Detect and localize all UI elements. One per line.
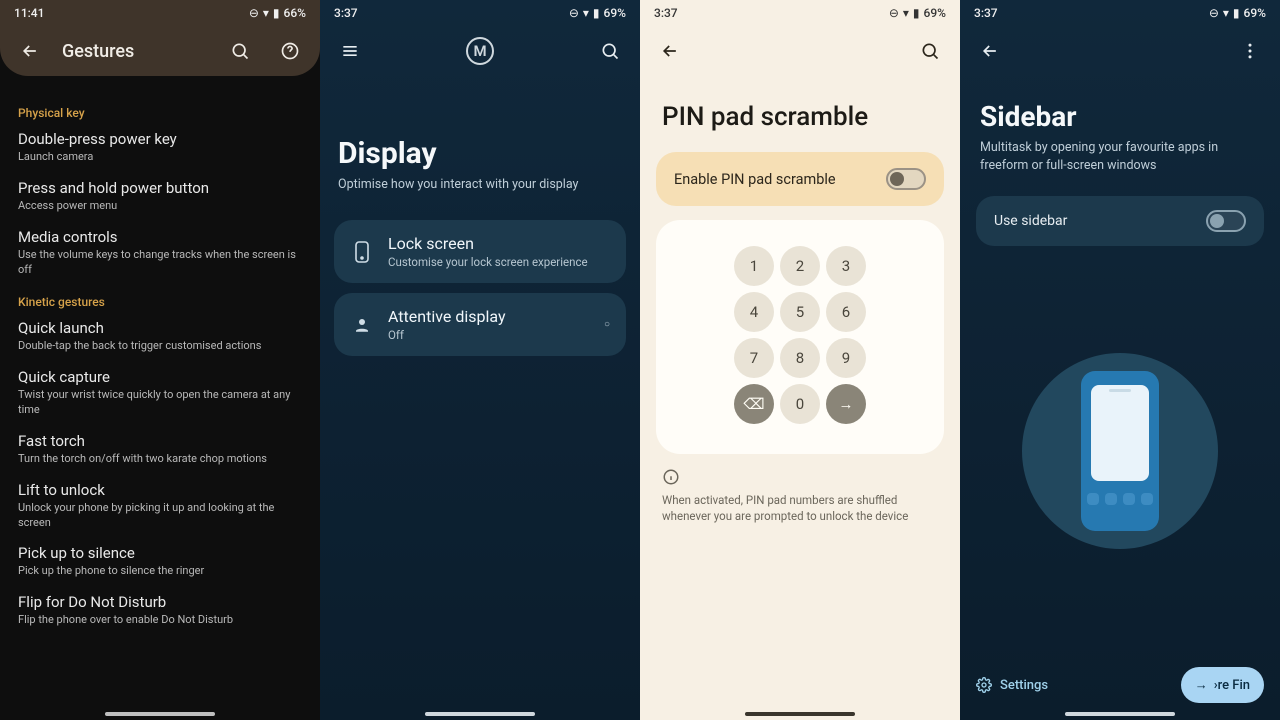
key-2: 2 bbox=[780, 246, 820, 286]
setting-quick-launch[interactable]: Quick launch Double-tap the back to trig… bbox=[18, 319, 302, 354]
use-sidebar-toggle[interactable]: Use sidebar bbox=[976, 196, 1264, 246]
search-button[interactable] bbox=[592, 33, 628, 69]
motorola-logo: M bbox=[466, 37, 494, 65]
key-backspace: ⌫ bbox=[734, 384, 774, 424]
more-button[interactable] bbox=[1232, 33, 1268, 69]
status-time: 11:41 bbox=[14, 6, 249, 20]
settings-link[interactable]: Settings bbox=[976, 677, 1048, 693]
page-subtitle: Optimise how you interact with your disp… bbox=[338, 177, 622, 192]
battery-pct: 69% bbox=[924, 6, 946, 20]
menu-button[interactable] bbox=[332, 33, 368, 69]
arrow-right-icon: → bbox=[1195, 677, 1208, 693]
dnd-icon: ⊖ bbox=[249, 6, 259, 20]
key-1: 1 bbox=[734, 246, 774, 286]
phone-illustration bbox=[1081, 371, 1159, 531]
appbar bbox=[640, 26, 960, 76]
finish-button[interactable]: → ›re Fin bbox=[1181, 667, 1264, 703]
setting-pick-up-silence[interactable]: Pick up to silence Pick up the phone to … bbox=[18, 544, 302, 579]
battery-pct: 69% bbox=[604, 6, 626, 20]
status-time: 3:37 bbox=[334, 6, 569, 20]
wifi-icon: ▾ bbox=[903, 6, 909, 20]
row-lock-screen[interactable]: Lock screen Customise your lock screen e… bbox=[334, 220, 626, 283]
keypad-preview: 1 2 3 4 5 6 7 8 9 ⌫ 0 → bbox=[656, 220, 944, 454]
enable-scramble-toggle[interactable]: Enable PIN pad scramble bbox=[656, 152, 944, 206]
back-button[interactable] bbox=[972, 33, 1008, 69]
page-title: Sidebar bbox=[980, 100, 1260, 133]
key-4: 4 bbox=[734, 292, 774, 332]
appbar: M bbox=[320, 26, 640, 76]
page-title: Display bbox=[338, 136, 622, 171]
appbar bbox=[960, 26, 1280, 76]
gear-icon bbox=[976, 677, 992, 693]
battery-icon: ▮ bbox=[273, 6, 280, 20]
wifi-icon: ▾ bbox=[263, 6, 269, 20]
status-bar: 3:37 ⊖ ▾ ▮ 69% bbox=[320, 0, 640, 26]
search-button[interactable] bbox=[912, 33, 948, 69]
setting-flip-dnd[interactable]: Flip for Do Not Disturb Flip the phone o… bbox=[18, 593, 302, 628]
section-header-kinetic: Kinetic gestures bbox=[18, 295, 302, 309]
battery-icon: ▮ bbox=[1233, 6, 1240, 20]
key-7: 7 bbox=[734, 338, 774, 378]
pin-scramble-panel: 3:37 ⊖ ▾ ▮ 69% PIN pad scramble Enable P… bbox=[640, 0, 960, 720]
setting-double-press-power[interactable]: Double-press power key Launch camera bbox=[18, 130, 302, 165]
help-button[interactable] bbox=[272, 33, 308, 69]
setting-fast-torch[interactable]: Fast torch Turn the torch on/off with tw… bbox=[18, 432, 302, 467]
nav-bar[interactable] bbox=[1065, 712, 1175, 716]
key-enter: → bbox=[826, 384, 866, 424]
info-text: When activated, PIN pad numbers are shuf… bbox=[640, 492, 960, 524]
setting-quick-capture[interactable]: Quick capture Twist your wrist twice qui… bbox=[18, 368, 302, 418]
setting-hold-power[interactable]: Press and hold power button Access power… bbox=[18, 179, 302, 214]
row-attentive-display[interactable]: Attentive display Off ○ bbox=[334, 293, 626, 356]
page-header: Sidebar Multitask by opening your favour… bbox=[960, 76, 1280, 182]
sidebar-panel: 3:37 ⊖ ▾ ▮ 69% Sidebar Multitask by open… bbox=[960, 0, 1280, 720]
phone-icon bbox=[350, 241, 374, 263]
dnd-icon: ⊖ bbox=[889, 6, 899, 20]
battery-pct: 66% bbox=[284, 6, 306, 20]
info-icon bbox=[640, 454, 960, 492]
nav-bar[interactable] bbox=[745, 712, 855, 716]
key-5: 5 bbox=[780, 292, 820, 332]
dnd-icon: ⊖ bbox=[1209, 6, 1219, 20]
setting-lift-unlock[interactable]: Lift to unlock Unlock your phone by pick… bbox=[18, 481, 302, 531]
key-6: 6 bbox=[826, 292, 866, 332]
dnd-icon: ⊖ bbox=[569, 6, 579, 20]
battery-pct: 69% bbox=[1244, 6, 1266, 20]
setting-media-controls[interactable]: Media controls Use the volume keys to ch… bbox=[18, 228, 302, 278]
toolbar: Gestures bbox=[0, 26, 320, 76]
battery-icon: ▮ bbox=[593, 6, 600, 20]
search-button[interactable] bbox=[222, 33, 258, 69]
nav-bar[interactable] bbox=[425, 712, 535, 716]
nav-bar[interactable] bbox=[105, 712, 215, 716]
key-8: 8 bbox=[780, 338, 820, 378]
key-3: 3 bbox=[826, 246, 866, 286]
status-time: 3:37 bbox=[654, 6, 889, 20]
status-bar: 3:37 ⊖ ▾ ▮ 69% bbox=[640, 0, 960, 26]
status-bar: 11:41 ⊖ ▾ ▮ 66% bbox=[0, 0, 320, 26]
person-icon bbox=[350, 316, 374, 334]
page-title: Gestures bbox=[62, 41, 134, 62]
display-panel: 3:37 ⊖ ▾ ▮ 69% M Display Optimise how yo… bbox=[320, 0, 640, 720]
gestures-panel: 11:41 ⊖ ▾ ▮ 66% Gestures Physical key Do… bbox=[0, 0, 320, 720]
bottom-bar: Settings → ›re Fin bbox=[960, 656, 1280, 720]
key-0: 0 bbox=[780, 384, 820, 424]
radio-off-icon: ○ bbox=[604, 319, 610, 330]
page-subtitle: Multitask by opening your favourite apps… bbox=[980, 139, 1260, 174]
illustration bbox=[960, 246, 1280, 656]
switch-off-icon[interactable] bbox=[886, 168, 926, 190]
status-time: 3:37 bbox=[974, 6, 1209, 20]
battery-icon: ▮ bbox=[913, 6, 920, 20]
wifi-icon: ▾ bbox=[1223, 6, 1229, 20]
section-header-physical: Physical key bbox=[18, 106, 302, 120]
key-9: 9 bbox=[826, 338, 866, 378]
back-button[interactable] bbox=[652, 33, 688, 69]
switch-off-icon[interactable] bbox=[1206, 210, 1246, 232]
status-bar: 3:37 ⊖ ▾ ▮ 69% bbox=[960, 0, 1280, 26]
page-title: PIN pad scramble bbox=[640, 76, 960, 152]
back-button[interactable] bbox=[12, 33, 48, 69]
page-header: Display Optimise how you interact with y… bbox=[320, 76, 640, 202]
wifi-icon: ▾ bbox=[583, 6, 589, 20]
